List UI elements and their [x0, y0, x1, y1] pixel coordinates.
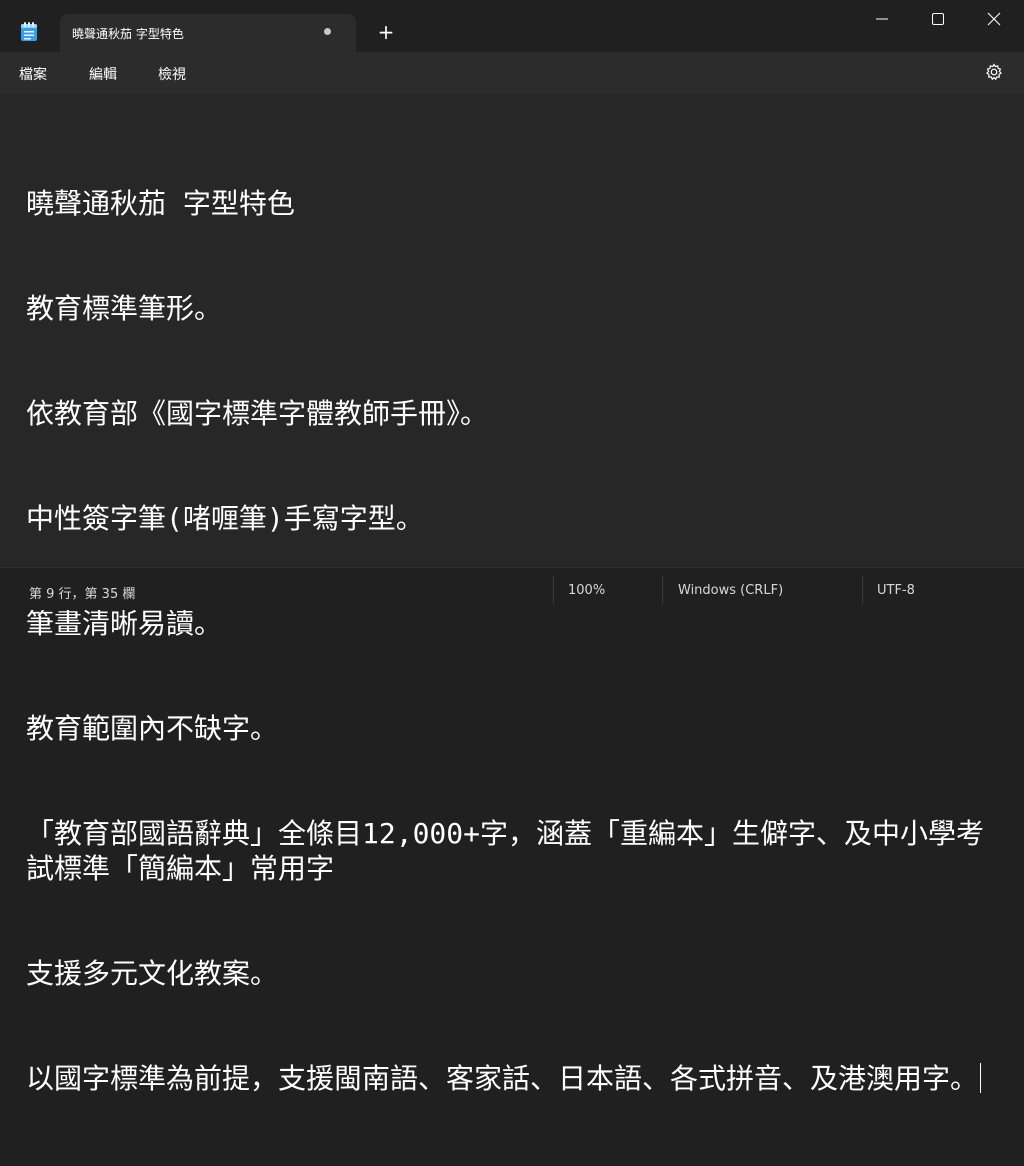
- text-line: 「教育部國語辭典」全條目12,000+字，涵蓋「重編本」生僻字、及中小學考試標準…: [26, 817, 985, 885]
- zoom-level[interactable]: 100%: [568, 583, 605, 598]
- menu-view[interactable]: 檢視: [158, 64, 186, 84]
- editor-text[interactable]: 曉聲通秋茄 字型特色 教育標準筆形。 依教育部《國字標準字體教師手冊》。 中性簽…: [26, 116, 1001, 1166]
- document-tab[interactable]: 曉聲通秋茄 字型特色: [60, 14, 356, 52]
- text-line: 筆畫清晰易讀。: [26, 607, 223, 640]
- menu-bar: 檔案 編輯 檢視: [0, 52, 1024, 94]
- encoding[interactable]: UTF-8: [877, 583, 915, 598]
- status-divider: [662, 576, 663, 604]
- text-line: 曉聲通秋茄 字型特色: [26, 187, 295, 220]
- maximize-button[interactable]: [910, 0, 966, 38]
- cursor-position: 第 9 行，第 35 欄: [29, 587, 136, 602]
- text-line-last: 以國字標準為前提，支援閩南語、客家話、日本語、各式拼音、及港澳用字。: [26, 1061, 1001, 1096]
- tab-title: 曉聲通秋茄 字型特色: [72, 27, 184, 41]
- menu-edit[interactable]: 編輯: [89, 64, 117, 84]
- close-icon: [987, 12, 1001, 26]
- text-line: 中性簽字筆(啫喱筆)手寫字型。: [26, 502, 424, 535]
- status-divider: [553, 576, 554, 604]
- text-line: 教育範圍內不缺字。: [26, 712, 279, 745]
- status-divider: [862, 576, 863, 604]
- menu-file[interactable]: 檔案: [19, 64, 47, 84]
- notepad-icon: [21, 22, 37, 41]
- gear-icon[interactable]: [984, 62, 1004, 82]
- minimize-icon: [876, 18, 888, 20]
- title-bar: 曉聲通秋茄 字型特色 +: [0, 0, 1024, 52]
- text-line: 教育標準筆形。: [26, 292, 223, 325]
- line-ending[interactable]: Windows (CRLF): [678, 583, 783, 598]
- text-line: 以國字標準為前提，支援閩南語、客家話、日本語、各式拼音、及港澳用字。: [26, 1062, 979, 1095]
- new-tab-button[interactable]: +: [374, 22, 398, 44]
- close-button[interactable]: [966, 0, 1022, 38]
- text-line: 依教育部《國字標準字體教師手冊》。: [26, 397, 489, 430]
- text-line: 支援多元文化教案。: [26, 957, 279, 990]
- status-bar: 第 9 行，第 35 欄 100% Windows (CRLF) UTF-8: [0, 567, 1024, 610]
- minimize-button[interactable]: [854, 0, 910, 38]
- unsaved-dot-icon[interactable]: [324, 28, 331, 35]
- text-caret: [980, 1063, 982, 1093]
- text-editor[interactable]: 曉聲通秋茄 字型特色 教育標準筆形。 依教育部《國字標準字體教師手冊》。 中性簽…: [0, 94, 1024, 1095]
- maximize-icon: [932, 13, 944, 25]
